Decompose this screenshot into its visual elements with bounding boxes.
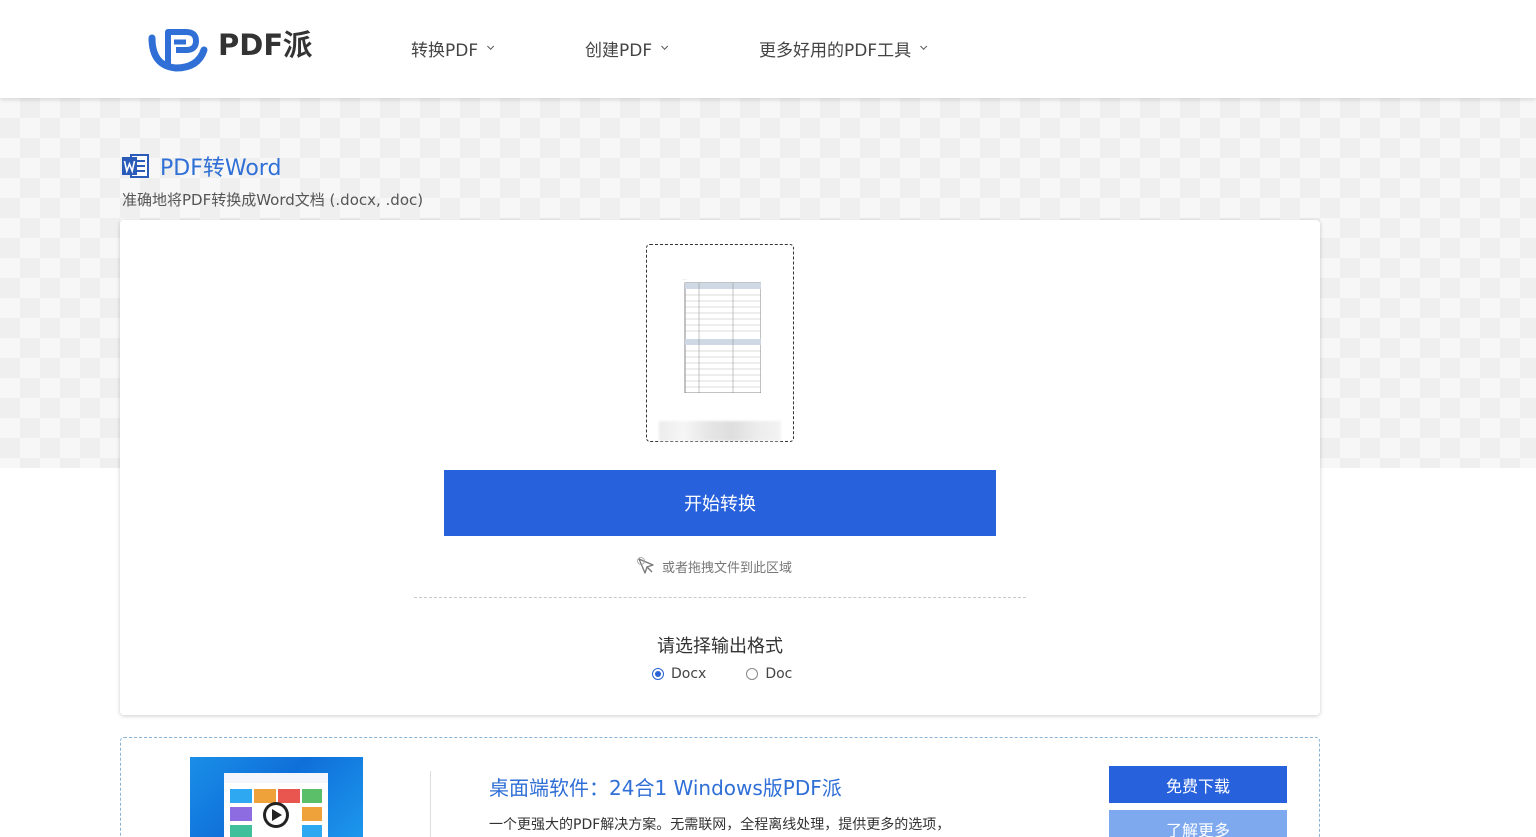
promo-description: 一个更强大的PDF解决方案。无需联网，全程离线处理，提供更多的选项， — [489, 817, 951, 833]
svg-text:·····: ····· — [682, 277, 687, 281]
word-doc-icon — [122, 154, 149, 178]
site-logo[interactable]: PDF派 — [146, 20, 312, 74]
drag-hint: 或者拖拽文件到此区域 — [636, 556, 792, 576]
radio-docx-circle[interactable] — [652, 668, 664, 680]
desktop-app-screenshot — [190, 757, 363, 837]
format-radio-group: Docx Doc — [652, 666, 792, 682]
chevron-down-icon — [661, 42, 669, 50]
radio-docx[interactable]: Docx — [652, 666, 706, 682]
pdf-thumbnail: ····· — [681, 275, 761, 393]
top-header: PDF派 转换PDF 创建PDF 更多好用的PDF工具 — [0, 0, 1536, 98]
desktop-promo: 桌面端软件：24合1 Windows版PDF派 一个更强大的PDF解决方案。无需… — [120, 737, 1320, 837]
start-convert-button[interactable]: 开始转换 — [444, 470, 996, 536]
page-title: PDF转Word — [122, 150, 281, 182]
converter-card: ····· 开始转换 或者拖拽文件到此区域 请选择输出格式 Docx Doc — [120, 220, 1320, 715]
nav-label: 更多好用的PDF工具 — [759, 41, 912, 61]
radio-doc-circle[interactable] — [746, 668, 759, 680]
format-title: 请选择输出格式 — [657, 636, 783, 657]
radio-docx-label: Docx — [671, 666, 707, 682]
free-download-button[interactable]: 免费下载 — [1109, 766, 1287, 803]
promo-title[interactable]: 桌面端软件：24合1 Windows版PDF派 — [489, 772, 842, 801]
page-title-text: PDF转Word — [160, 156, 282, 181]
nav-label: 创建PDF — [585, 41, 653, 61]
learn-more-button[interactable]: 了解更多 — [1109, 810, 1287, 837]
nav-create-pdf[interactable]: 创建PDF — [585, 36, 669, 61]
nav-convert-pdf[interactable]: 转换PDF — [411, 36, 495, 61]
chevron-down-icon — [920, 42, 928, 50]
radio-doc[interactable]: Doc — [746, 666, 792, 682]
nav-more-tools[interactable]: 更多好用的PDF工具 — [759, 36, 928, 61]
drag-hint-text: 或者拖拽文件到此区域 — [662, 560, 793, 576]
pdfpai-logo-icon — [148, 29, 208, 72]
file-preview[interactable]: ····· — [646, 244, 794, 442]
logo-text: PDF派 — [218, 28, 313, 62]
page-subtitle: 准确地将PDF转换成Word文档 (.docx, .doc) — [122, 191, 424, 209]
promo-separator — [430, 771, 431, 837]
drag-pointer-icon — [637, 557, 654, 574]
nav-label: 转换PDF — [411, 41, 479, 61]
file-name-redacted — [659, 421, 781, 441]
chevron-down-icon — [487, 42, 495, 50]
radio-doc-label: Doc — [765, 666, 793, 682]
section-divider — [414, 597, 1026, 598]
